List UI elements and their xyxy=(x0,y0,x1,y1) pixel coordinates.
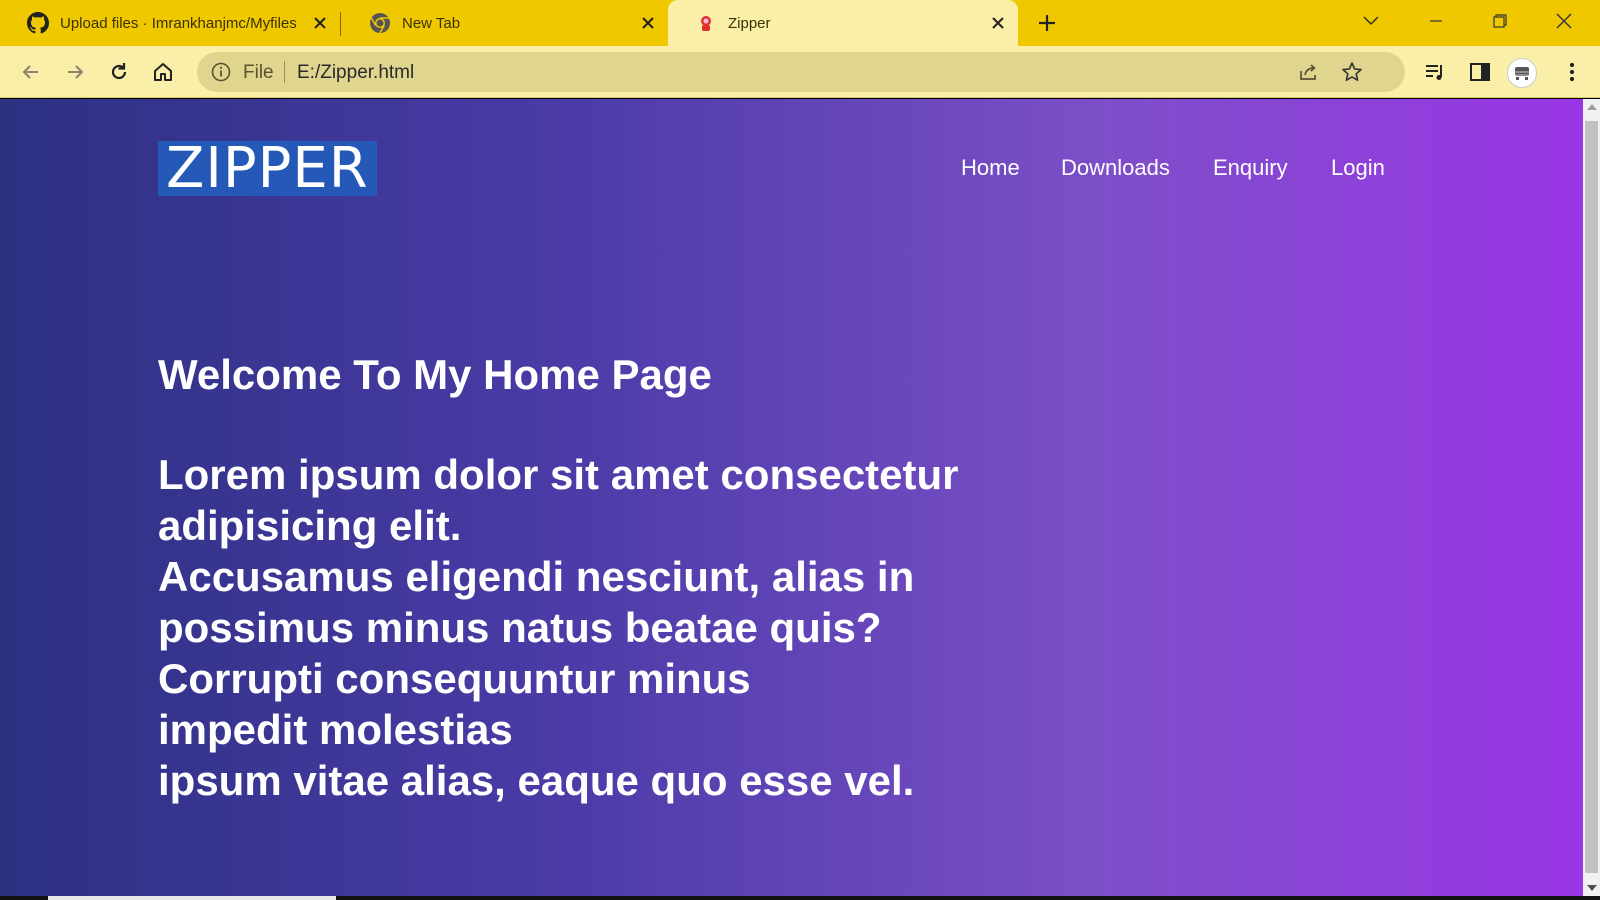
restore-icon[interactable] xyxy=(1482,6,1518,36)
address-bar[interactable]: File E:/Zipper.html xyxy=(197,52,1405,92)
tab-title: Upload files · Imrankhanjmc/Myfiles xyxy=(60,14,297,32)
tab-new-tab[interactable]: New Tab xyxy=(342,0,668,46)
site-logo[interactable]: ZIPPER xyxy=(158,141,377,197)
hero-paragraph: Lorem ipsum dolor sit amet consectetur a… xyxy=(158,449,1038,806)
site-favicon-icon xyxy=(694,11,718,35)
scroll-up-arrow-icon[interactable] xyxy=(1587,104,1597,110)
new-tab-plus-icon[interactable] xyxy=(1034,10,1060,36)
tab-search-chevron-icon[interactable] xyxy=(1353,6,1389,36)
info-icon[interactable] xyxy=(211,62,231,82)
page-viewport: ZIPPER Home Downloads Enquiry Login Welc… xyxy=(0,99,1583,896)
side-panel-icon[interactable] xyxy=(1465,57,1495,87)
nav-login-link[interactable]: Login xyxy=(1331,155,1385,181)
close-tab-icon[interactable] xyxy=(988,13,1008,33)
nav-enquiry-link[interactable]: Enquiry xyxy=(1213,155,1288,181)
hero-line: impedit molestias xyxy=(158,706,513,753)
close-window-icon[interactable] xyxy=(1546,6,1582,36)
tab-strip: Upload files · Imrankhanjmc/Myfiles New … xyxy=(0,0,1600,46)
close-tab-icon[interactable] xyxy=(310,13,330,33)
hero-line: Lorem ipsum dolor sit amet consectetur xyxy=(158,451,959,498)
more-menu-icon[interactable] xyxy=(1557,57,1587,87)
close-tab-icon[interactable] xyxy=(638,13,658,33)
taskbar-highlight xyxy=(48,896,336,900)
nav-downloads-link[interactable]: Downloads xyxy=(1061,155,1170,181)
url-scheme-label: File xyxy=(243,62,274,83)
back-arrow-icon[interactable] xyxy=(16,57,46,87)
home-icon[interactable] xyxy=(148,57,178,87)
hero-line: adipisicing elit. xyxy=(158,502,462,549)
scrollbar-thumb[interactable] xyxy=(1585,121,1598,873)
share-icon[interactable] xyxy=(1295,59,1321,85)
url-text[interactable]: E:/Zipper.html xyxy=(297,62,414,84)
hero-line: possimus minus natus beatae quis? xyxy=(158,604,882,651)
tab-title: Zipper xyxy=(728,14,771,32)
tab-zipper[interactable]: Zipper xyxy=(668,0,1018,46)
reload-icon[interactable] xyxy=(104,57,134,87)
scroll-down-arrow-icon[interactable] xyxy=(1587,885,1597,891)
address-divider xyxy=(284,61,285,83)
hero-line: Corrupti consequuntur minus xyxy=(158,655,751,702)
page-heading: Welcome To My Home Page xyxy=(158,351,712,398)
vertical-scrollbar[interactable] xyxy=(1583,99,1600,896)
hero-line: ipsum vitae alias, eaque quo esse vel. xyxy=(158,757,915,804)
hero-line: Accusamus eligendi nesciunt, alias in xyxy=(158,553,915,600)
profile-avatar[interactable] xyxy=(1507,58,1537,88)
nav-home-link[interactable]: Home xyxy=(961,155,1020,181)
tab-title: New Tab xyxy=(402,14,461,32)
media-controls-icon[interactable] xyxy=(1420,57,1450,87)
minimize-icon[interactable] xyxy=(1418,6,1454,36)
bookmark-star-icon[interactable] xyxy=(1339,59,1365,85)
tab-github-upload[interactable]: Upload files · Imrankhanjmc/Myfiles xyxy=(0,0,340,46)
chrome-icon xyxy=(368,11,392,35)
taskbar-edge xyxy=(0,896,1600,900)
tab-divider xyxy=(340,12,341,36)
browser-toolbar: File E:/Zipper.html xyxy=(0,46,1600,98)
forward-arrow-icon[interactable] xyxy=(60,57,90,87)
github-icon xyxy=(26,11,50,35)
